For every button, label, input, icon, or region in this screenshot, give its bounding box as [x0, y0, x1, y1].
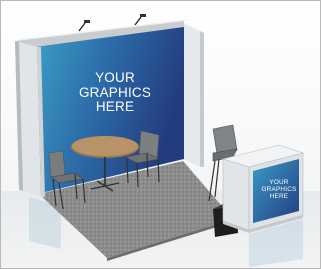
- spotlight-right-icon: [134, 14, 146, 26]
- booth-scene: [1, 14, 320, 268]
- back-wall-text-line: GRAPHICS: [78, 84, 152, 100]
- counter-text-line: HERE: [269, 193, 289, 201]
- spotlight-left-icon: [78, 20, 90, 32]
- counter-text-line: GRAPHICS: [261, 186, 297, 194]
- booth-render-image: YOUR GRAPHICS HERE YOUR GRAPHICS HERE: [0, 0, 321, 269]
- counter-graphic-text: YOUR GRAPHICS HERE: [257, 179, 301, 201]
- back-wall-text-line: YOUR: [95, 70, 135, 85]
- back-wall-text-line: HERE: [95, 99, 135, 115]
- right-side-panel: [184, 23, 200, 167]
- back-wall-graphic-text: YOUR GRAPHICS HERE: [63, 70, 167, 115]
- counter-text-line: YOUR: [269, 179, 289, 186]
